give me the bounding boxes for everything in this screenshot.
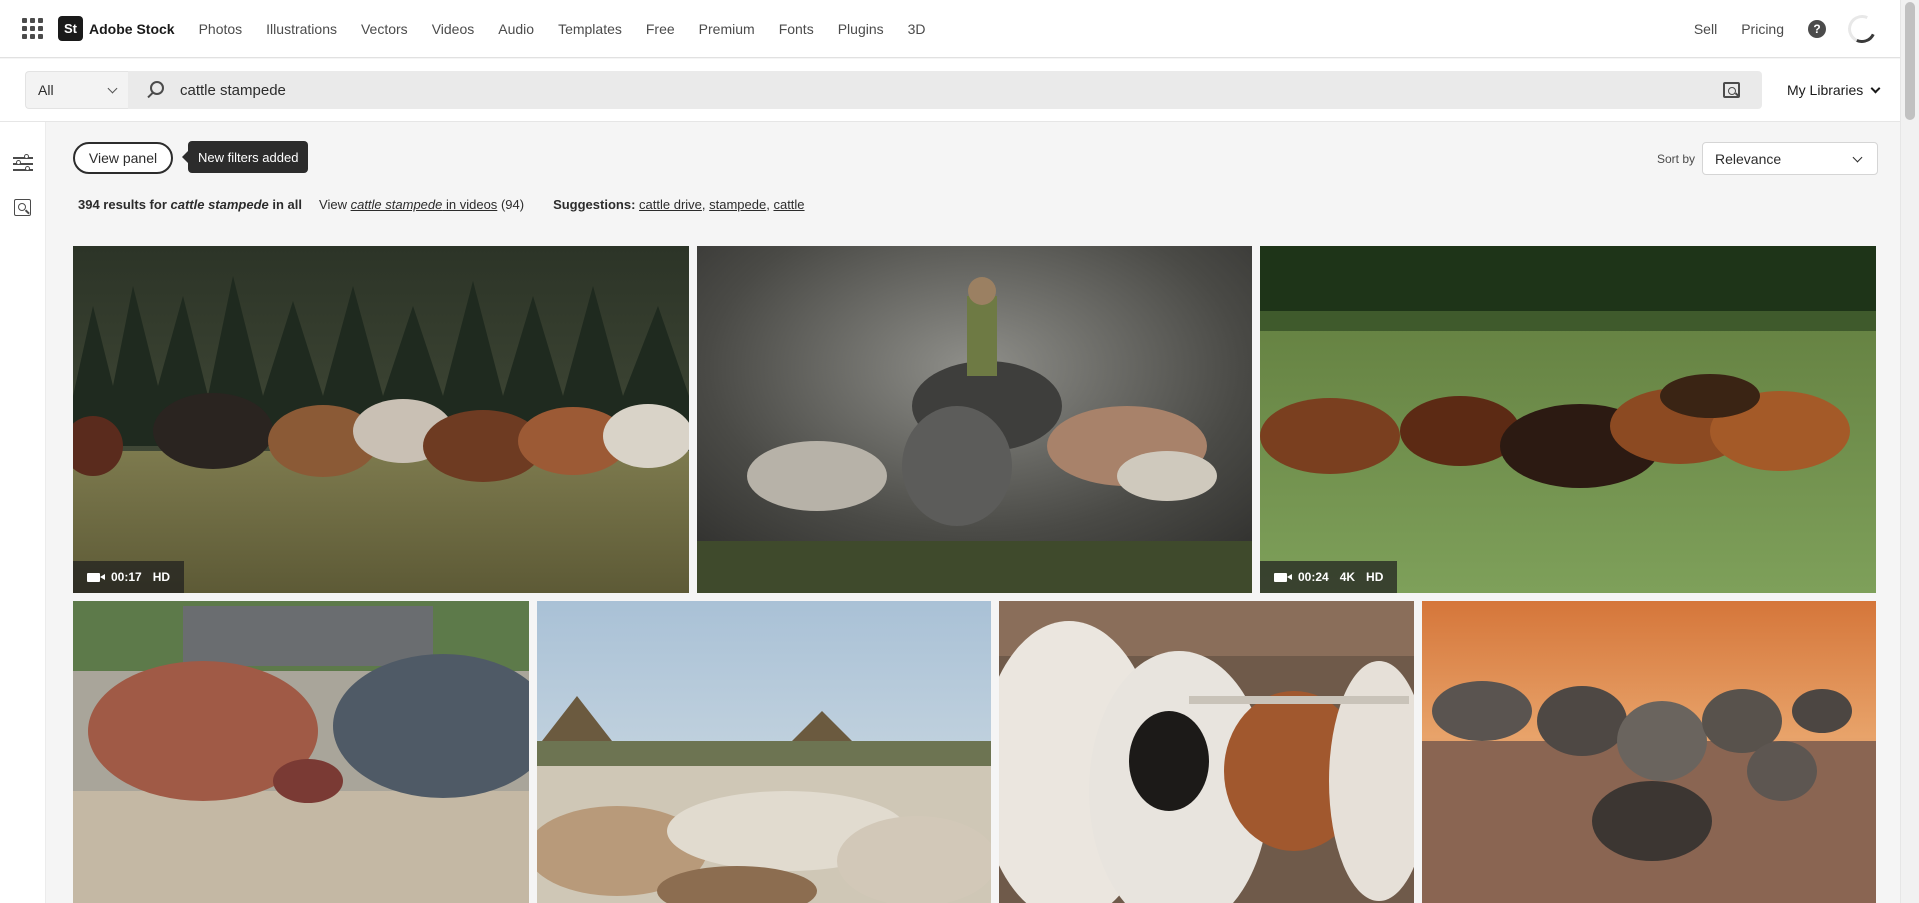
search-box [128,71,1762,109]
video-count: (94) [500,197,525,212]
chevron-down-icon [1870,83,1881,93]
video-duration: 00:17 [111,570,142,584]
nav-videos[interactable]: Videos [432,21,475,37]
nav-plugins[interactable]: Plugins [838,21,884,37]
asset-thumbnail-longhorn-herd-video[interactable]: 00:17 HD [73,246,689,593]
ankole-herd-image [537,601,991,903]
scrollbar-thumb[interactable] [1905,2,1915,120]
video-quality-tag: 4K [1339,570,1356,584]
nav-free[interactable]: Free [646,21,675,37]
nav-pricing[interactable]: Pricing [1741,21,1784,37]
video-camera-icon [87,572,105,582]
visual-search-icon[interactable] [1723,82,1740,98]
nav-premium[interactable]: Premium [699,21,755,37]
search-input[interactable] [178,71,1678,109]
app-switcher-icon[interactable] [18,15,46,43]
nav-fonts[interactable]: Fonts [779,21,814,37]
video-quality-tag: HD [1366,570,1384,584]
sort-by-label: Sort by [1657,152,1696,166]
chevron-down-icon [107,83,118,94]
my-libraries-button[interactable]: My Libraries [1787,71,1881,109]
brand-name: Adobe Stock [89,20,175,37]
left-rail [0,122,46,903]
video-duration: 00:24 [1298,570,1329,584]
video-badge: 00:24 4K HD [1260,561,1398,593]
results-count: 394 results for [78,197,167,212]
visual-search-icon[interactable] [14,199,31,216]
my-libraries-label: My Libraries [1787,82,1864,98]
suggestions-label: Suggestions: [553,197,636,212]
stock-logo-mark: St [58,16,83,41]
page-scrollbar[interactable] [1900,0,1919,903]
nav-illustrations[interactable]: Illustrations [266,21,337,37]
new-filters-tooltip: New filters added [181,141,309,173]
video-badge: 00:17 HD [73,561,185,593]
asset-thumbnail-highland-cattle-video[interactable]: 00:24 4K HD [1260,246,1876,593]
top-nav: St Adobe Stock Photos Illustrations Vect… [0,0,1900,58]
help-icon[interactable]: ? [1808,20,1826,38]
view-in-videos-link[interactable]: cattle stampede in videos [351,197,498,212]
nav-sell[interactable]: Sell [1694,21,1717,37]
results-summary: 394 results for cattle stampede in all V… [78,197,805,212]
water-buffalo-image [1422,601,1876,903]
nav-templates[interactable]: Templates [558,21,622,37]
cowboy-stampede-image [697,246,1252,593]
video-camera-icon [1274,572,1292,582]
results-scope: in all [272,197,303,212]
view-in-videos-query: cattle stampede [350,197,443,212]
nav-vectors[interactable]: Vectors [361,21,408,37]
sort-value: Relevance [1715,150,1782,167]
bull-fight-image [73,601,529,903]
chevron-down-icon [1852,152,1863,163]
view-panel-button[interactable]: View panel [73,142,173,174]
suggestion-link[interactable]: cattle [773,197,804,212]
view-in-videos-label: in videos [446,197,498,212]
asset-thumbnail-cowboy-horse-stampede[interactable] [697,246,1252,593]
search-icon [150,81,164,95]
avatar[interactable] [1844,11,1880,47]
nav-photos[interactable]: Photos [199,21,243,37]
asset-thumbnail-water-buffalo-sunset[interactable] [1422,601,1876,903]
asset-thumbnail-texas-longhorns-pen[interactable] [999,601,1414,903]
filters-icon[interactable] [13,154,33,173]
account-nav: Sell Pricing ? [1670,0,1880,58]
category-nav: Photos Illustrations Vectors Videos Audi… [199,21,950,37]
asset-thumbnail-bull-fight[interactable] [73,601,529,903]
search-bar-row: All My Libraries [0,59,1900,122]
adobe-stock-logo[interactable]: St Adobe Stock [58,16,175,41]
view-in-videos-prefix: View [319,197,347,212]
suggestion-link[interactable]: cattle drive [639,197,702,212]
nav-3d[interactable]: 3D [908,21,926,37]
video-quality-tag: HD [152,570,171,584]
asset-type-value: All [38,82,54,98]
asset-type-select[interactable]: All [25,71,128,109]
longhorn-herd-image [73,246,689,593]
nav-audio[interactable]: Audio [498,21,534,37]
longhorns-pen-image [999,601,1414,903]
asset-thumbnail-ankole-cattle-herd[interactable] [537,601,991,903]
results-query: cattle stampede [170,197,269,212]
sort-select[interactable]: Relevance [1702,142,1878,175]
suggestion-link[interactable]: stampede [709,197,766,212]
highland-cattle-image [1260,246,1876,593]
